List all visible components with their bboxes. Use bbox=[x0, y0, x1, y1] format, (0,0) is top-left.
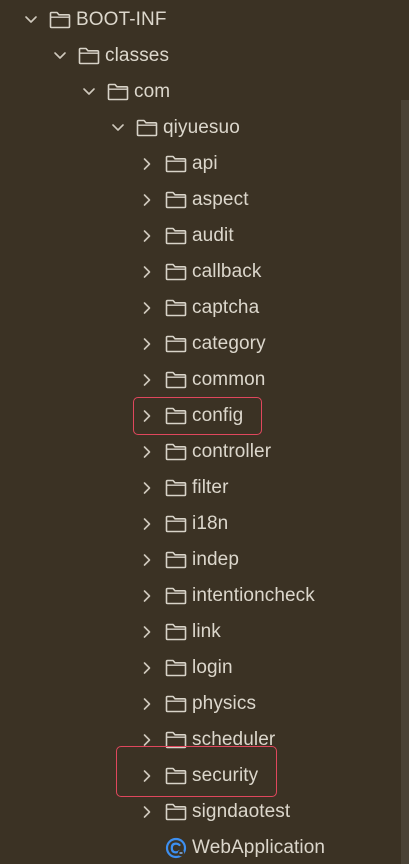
tree-item-physics[interactable]: physics bbox=[0, 686, 400, 722]
tree-item-label: signdaotest bbox=[192, 801, 291, 822]
tree-item-label: link bbox=[192, 621, 221, 642]
chevron-right-icon[interactable] bbox=[137, 622, 157, 642]
chevron-down-icon[interactable] bbox=[50, 46, 70, 66]
tree-item-label: physics bbox=[192, 693, 257, 714]
tree-item-label: common bbox=[192, 369, 266, 390]
folder-icon bbox=[165, 550, 187, 570]
folder-icon bbox=[165, 478, 187, 498]
tree-item-label: BOOT-INF bbox=[76, 9, 167, 30]
tree-item-boot-inf[interactable]: BOOT-INF bbox=[0, 2, 400, 38]
folder-icon bbox=[165, 154, 187, 174]
tree-item-label: indep bbox=[192, 549, 239, 570]
folder-icon bbox=[49, 10, 71, 30]
tree-item-label: category bbox=[192, 333, 266, 354]
folder-icon bbox=[136, 118, 158, 138]
folder-icon bbox=[165, 622, 187, 642]
chevron-down-icon[interactable] bbox=[21, 10, 41, 30]
tree-item-label: i18n bbox=[192, 513, 229, 534]
folder-icon bbox=[165, 514, 187, 534]
tree-item-filter[interactable]: filter bbox=[0, 470, 400, 506]
folder-icon bbox=[107, 82, 129, 102]
tree-item-callback[interactable]: callback bbox=[0, 254, 400, 290]
vertical-scrollbar[interactable] bbox=[401, 100, 409, 864]
tree-item-label: login bbox=[192, 657, 233, 678]
chevron-right-icon[interactable] bbox=[137, 226, 157, 246]
chevron-right-icon[interactable] bbox=[137, 478, 157, 498]
java-class-icon bbox=[165, 837, 187, 859]
folder-icon bbox=[165, 694, 187, 714]
tree-item-com[interactable]: com bbox=[0, 74, 400, 110]
tree-item-i18n[interactable]: i18n bbox=[0, 506, 400, 542]
tree-item-label: callback bbox=[192, 261, 262, 282]
tree-item-qiyuesuo[interactable]: qiyuesuo bbox=[0, 110, 400, 146]
chevron-right-icon[interactable] bbox=[137, 262, 157, 282]
chevron-right-icon[interactable] bbox=[137, 586, 157, 606]
folder-icon bbox=[165, 658, 187, 678]
tree-item-label: intentioncheck bbox=[192, 585, 315, 606]
chevron-right-icon[interactable] bbox=[137, 334, 157, 354]
folder-icon bbox=[165, 586, 187, 606]
tree-item-indep[interactable]: indep bbox=[0, 542, 400, 578]
chevron-right-icon[interactable] bbox=[137, 658, 157, 678]
chevron-down-icon[interactable] bbox=[108, 118, 128, 138]
tree-item-intentioncheck[interactable]: intentioncheck bbox=[0, 578, 400, 614]
chevron-right-icon[interactable] bbox=[137, 298, 157, 318]
tree-item-webapplication[interactable]: WebApplication bbox=[0, 830, 400, 864]
tree-item-label: audit bbox=[192, 225, 234, 246]
highlight-box-security bbox=[116, 746, 277, 797]
tree-item-label: WebApplication bbox=[192, 837, 326, 858]
tree-item-common[interactable]: common bbox=[0, 362, 400, 398]
tree-item-category[interactable]: category bbox=[0, 326, 400, 362]
tree-item-label: com bbox=[134, 81, 171, 102]
folder-icon bbox=[165, 262, 187, 282]
tree-item-label: filter bbox=[192, 477, 229, 498]
tree-item-link[interactable]: link bbox=[0, 614, 400, 650]
folder-icon bbox=[165, 190, 187, 210]
folder-icon bbox=[165, 298, 187, 318]
tree-item-label: qiyuesuo bbox=[163, 117, 240, 138]
tree-item-captcha[interactable]: captcha bbox=[0, 290, 400, 326]
tree-item-classes[interactable]: classes bbox=[0, 38, 400, 74]
chevron-right-icon[interactable] bbox=[137, 694, 157, 714]
chevron-right-icon[interactable] bbox=[137, 370, 157, 390]
folder-icon bbox=[165, 334, 187, 354]
tree-item-signdaotest[interactable]: signdaotest bbox=[0, 794, 400, 830]
chevron-right-icon[interactable] bbox=[137, 550, 157, 570]
tree-item-label: classes bbox=[105, 45, 170, 66]
chevron-right-icon[interactable] bbox=[137, 190, 157, 210]
folder-icon bbox=[165, 442, 187, 462]
tree-item-audit[interactable]: audit bbox=[0, 218, 400, 254]
folder-icon bbox=[165, 226, 187, 246]
tree-item-login[interactable]: login bbox=[0, 650, 400, 686]
folder-icon bbox=[165, 370, 187, 390]
chevron-right-icon[interactable] bbox=[137, 442, 157, 462]
tree-item-label: aspect bbox=[192, 189, 249, 210]
highlight-box-config bbox=[133, 397, 262, 435]
tree-item-label: api bbox=[192, 153, 218, 174]
tree-item-controller[interactable]: controller bbox=[0, 434, 400, 470]
tree-item-aspect[interactable]: aspect bbox=[0, 182, 400, 218]
chevron-down-icon[interactable] bbox=[79, 82, 99, 102]
folder-icon bbox=[165, 802, 187, 822]
chevron-right-icon[interactable] bbox=[137, 514, 157, 534]
chevron-right-icon[interactable] bbox=[137, 154, 157, 174]
chevron-right-icon[interactable] bbox=[137, 802, 157, 822]
tree-item-label: captcha bbox=[192, 297, 260, 318]
tree-item-label: controller bbox=[192, 441, 272, 462]
tree-item-api[interactable]: api bbox=[0, 146, 400, 182]
folder-icon bbox=[78, 46, 100, 66]
